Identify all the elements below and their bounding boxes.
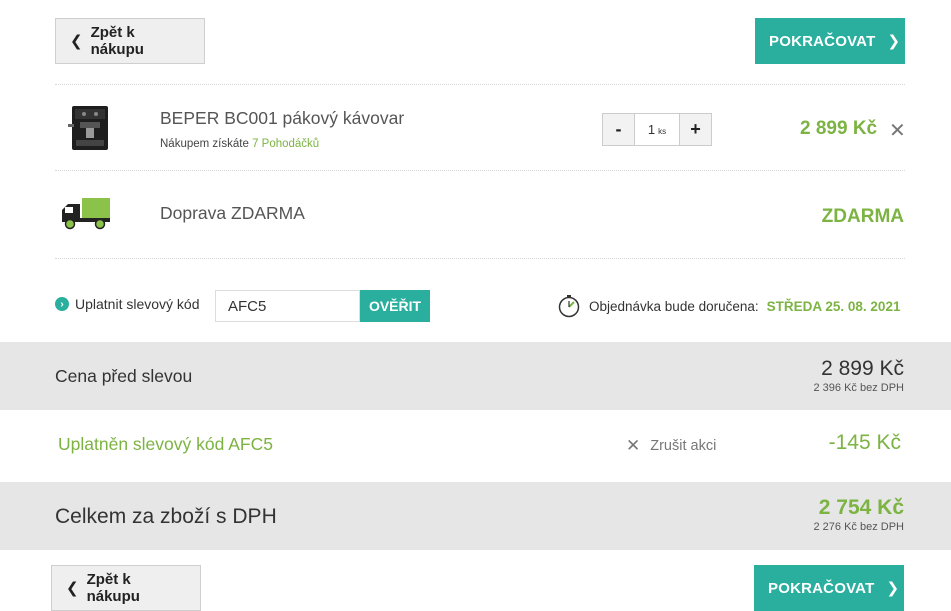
product-price: 2 899 Kč	[800, 118, 878, 139]
total-price-excl-vat: 2 276 Kč bez DPH	[813, 521, 905, 533]
continue-button-bottom[interactable]: POKRAČOVAT ❯	[754, 565, 904, 611]
cancel-discount-label: Zrušit akci	[650, 438, 717, 454]
continue-label: POKRAČOVAT	[768, 579, 875, 597]
continue-label: POKRAČOVAT	[769, 32, 876, 50]
total-price-block: 2 754 Kč 2 276 Kč bez DPH	[814, 496, 905, 533]
loyalty-points-note: Nákupem získáte 7 Pohodáčků	[160, 138, 319, 150]
discount-amount: -145 Kč	[828, 431, 901, 454]
delivery-date: STŘEDA 25. 08. 2021	[766, 298, 901, 314]
divider	[55, 84, 905, 85]
continue-button-top[interactable]: POKRAČOVAT ❯	[755, 18, 905, 64]
quantity-field[interactable]: 1 ks	[635, 113, 679, 146]
subtotal-row: Cena před slevou 2 899 Kč 2 396 Kč bez D…	[0, 342, 951, 410]
apply-coupon-toggle[interactable]: › Uplatnit slevový kód	[55, 296, 200, 312]
chevron-right-icon: ❯	[887, 33, 901, 50]
back-to-shop-button-bottom[interactable]: ❮ Zpět k nákupu	[51, 565, 201, 611]
shipping-price: ZDARMA	[821, 206, 904, 227]
back-to-shop-label: Zpět k nákupu	[86, 571, 140, 605]
shipping-name: Doprava ZDARMA	[160, 203, 305, 223]
delivery-truck-icon	[62, 198, 110, 230]
quantity-stepper: - 1 ks +	[602, 113, 712, 146]
chevron-left-icon: ❮	[70, 33, 83, 50]
divider	[55, 170, 905, 171]
quantity-decrease-button[interactable]: -	[602, 113, 635, 146]
subtotal-price: 2 899 Kč	[821, 357, 904, 380]
total-label: Celkem za zboží s DPH	[55, 505, 277, 528]
stopwatch-icon	[558, 295, 580, 318]
apply-coupon-label: Uplatnit slevový kód	[75, 296, 200, 312]
loyalty-points-prefix: Nákupem získáte	[160, 138, 249, 150]
remove-item-icon[interactable]: ✕	[889, 118, 906, 143]
delivery-text: Objednávka bude doručena:	[589, 298, 759, 314]
product-image[interactable]	[62, 100, 118, 156]
total-row: Celkem za zboží s DPH 2 754 Kč 2 276 Kč …	[0, 482, 951, 550]
subtotal-price-excl-vat: 2 396 Kč bez DPH	[813, 382, 905, 394]
subtotal-label: Cena před slevou	[55, 366, 193, 386]
close-icon: ✕	[626, 436, 641, 455]
chevron-right-icon: ❯	[886, 580, 900, 597]
quantity-value: 1	[647, 122, 656, 137]
back-to-shop-label: Zpět k nákupu	[90, 24, 144, 58]
back-to-shop-button-top[interactable]: ❮ Zpět k nákupu	[55, 18, 205, 64]
quantity-increase-button[interactable]: +	[679, 113, 712, 146]
quantity-unit: ks	[658, 127, 667, 136]
applied-coupon-label: Uplatněn slevový kód AFC5	[58, 434, 273, 454]
subtotal-price-block: 2 899 Kč 2 396 Kč bez DPH	[814, 357, 905, 394]
loyalty-points-value: 7 Pohodáčků	[252, 138, 320, 150]
verify-coupon-button[interactable]: OVĚŘIT	[360, 290, 430, 322]
chevron-left-icon: ❮	[66, 580, 79, 597]
total-price: 2 754 Kč	[818, 496, 904, 519]
divider	[55, 258, 905, 259]
product-name[interactable]: BEPER BC001 pákový kávovar	[160, 108, 404, 129]
coupon-code-input[interactable]	[215, 290, 360, 322]
chevron-right-circle-icon: ›	[55, 297, 69, 311]
cancel-discount-button[interactable]: ✕ Zrušit akci	[626, 436, 716, 456]
delivery-estimate: Objednávka bude doručena: STŘEDA 25. 08.…	[557, 294, 900, 318]
